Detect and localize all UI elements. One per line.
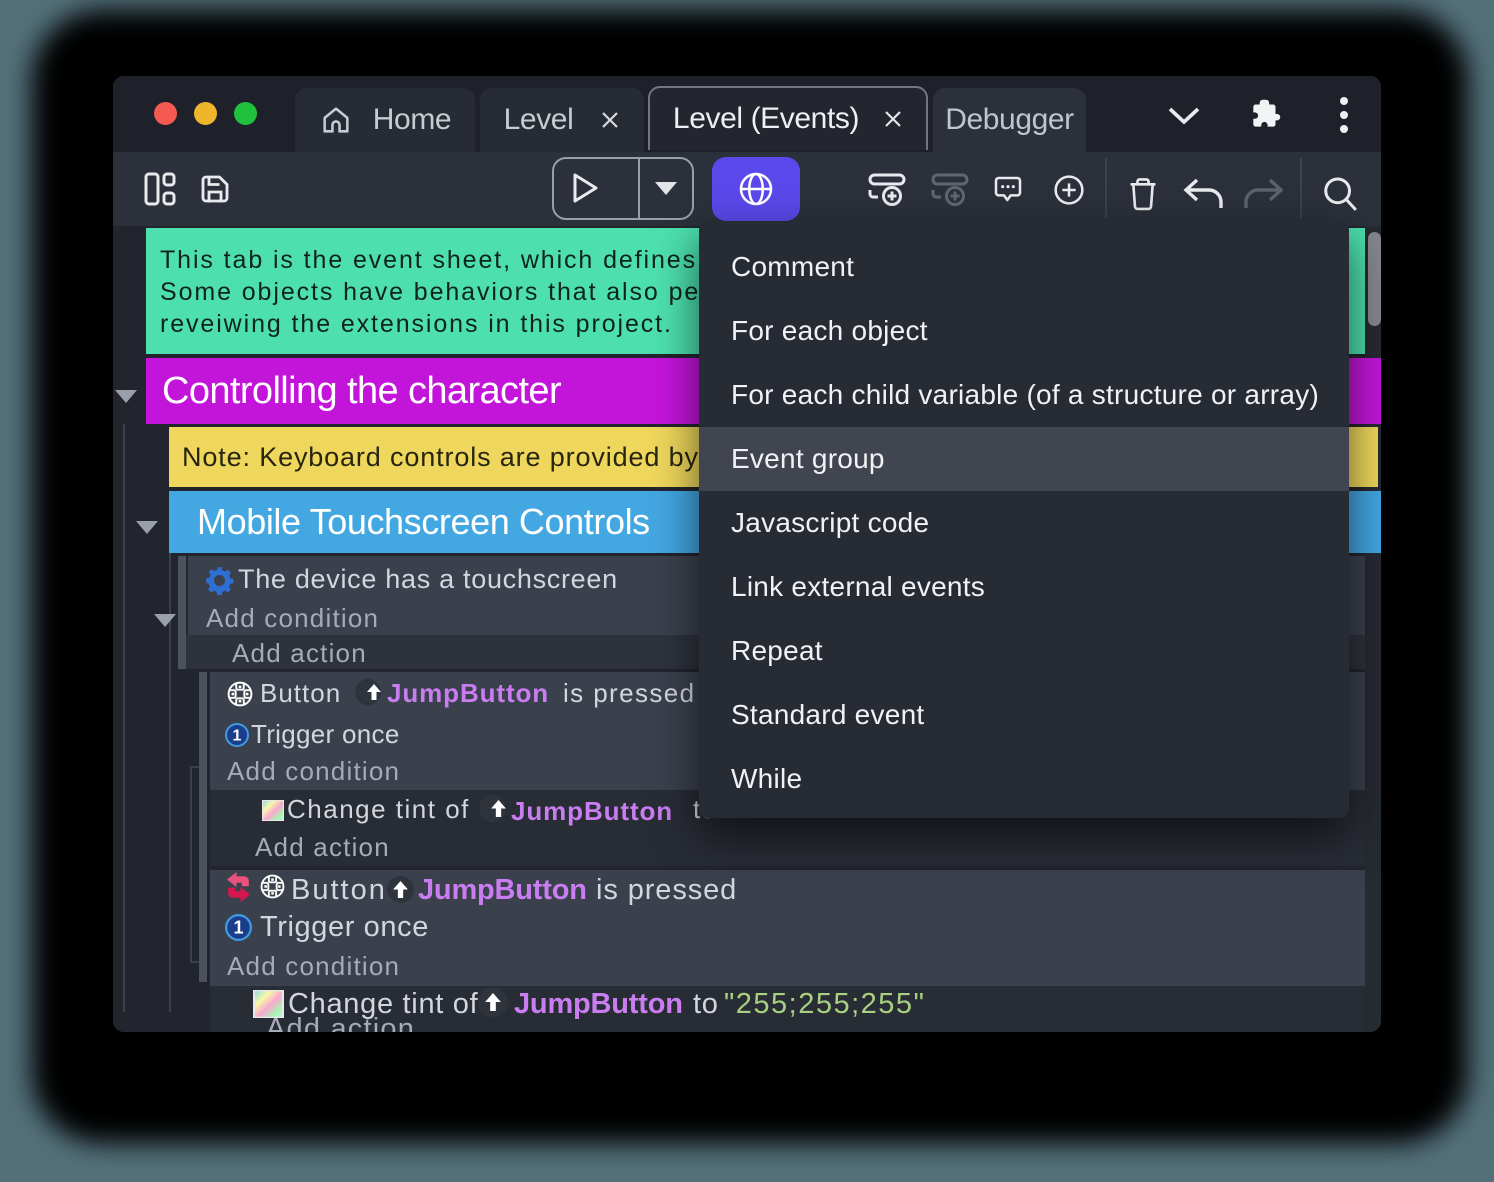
svg-text:1: 1 <box>233 728 242 745</box>
svg-text:1: 1 <box>233 918 243 938</box>
